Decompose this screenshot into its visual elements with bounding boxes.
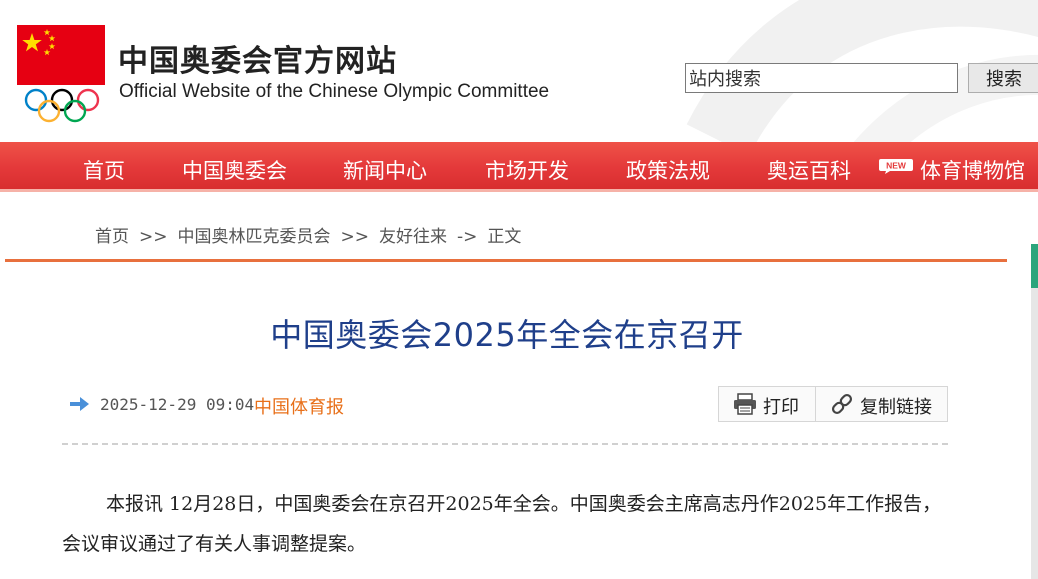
nav-item-coc[interactable]: 中国奥委会 [182, 155, 287, 185]
article-tools: 打印 复制链接 [718, 386, 948, 422]
article-paragraph: 本报讯 12月28日，中国奥委会在京召开2025年全会。中国奥委会主席高志丹作2… [62, 493, 942, 555]
nav-item-policy[interactable]: 政策法规 [626, 155, 710, 185]
site-title-cn: 中国奥委会官方网站 [118, 44, 397, 79]
arrow-right-icon [70, 397, 89, 411]
article-source[interactable]: 中国体育报 [254, 393, 344, 419]
nav-item-home[interactable]: 首页 [83, 155, 125, 185]
search-input[interactable] [685, 63, 958, 93]
breadcrumb-home[interactable]: 首页 [95, 227, 129, 247]
copy-link-button[interactable]: 复制链接 [816, 387, 947, 421]
new-badge-text: NEW [886, 161, 907, 171]
nav-item-marketing[interactable]: 市场开发 [485, 155, 569, 185]
dashed-divider [62, 443, 948, 445]
divider [5, 259, 1007, 262]
link-icon [831, 393, 853, 415]
nav-item-news[interactable]: 新闻中心 [343, 155, 427, 185]
breadcrumb-separator: >> [139, 227, 168, 247]
breadcrumb-separator: -> [457, 227, 478, 247]
breadcrumb-separator: >> [340, 227, 370, 247]
article-date: 2025-12-29 09:04 [100, 395, 255, 414]
nav-item-olympic-encyclopedia[interactable]: 奥运百科 [767, 155, 851, 185]
scrollbar-thumb[interactable] [1031, 244, 1038, 288]
article-title: 中国奥委会2025年全会在京召开 [270, 316, 744, 354]
breadcrumb-friendly-exchanges[interactable]: 友好往来 [379, 227, 447, 247]
breadcrumb-coc[interactable]: 中国奥林匹克委员会 [178, 227, 331, 247]
search-button[interactable]: 搜索 [968, 63, 1038, 93]
print-label: 打印 [763, 397, 799, 418]
copy-link-label: 复制链接 [860, 397, 932, 418]
china-flag-icon [17, 25, 105, 85]
scrollbar-track[interactable] [1031, 244, 1038, 579]
breadcrumb-current: 正文 [487, 227, 522, 247]
site-title-en: Official Website of the Chinese Olympic … [119, 81, 550, 102]
nav-item-museum[interactable]: 体育博物馆 [920, 155, 1025, 185]
new-badge-icon: NEW [879, 159, 913, 174]
printer-icon [734, 393, 756, 415]
olympic-rings-icon [24, 88, 100, 123]
breadcrumb: 首页 >> 中国奥林匹克委员会 >> 友好往来 -> 正文 [95, 222, 521, 247]
print-button[interactable]: 打印 [719, 387, 816, 421]
